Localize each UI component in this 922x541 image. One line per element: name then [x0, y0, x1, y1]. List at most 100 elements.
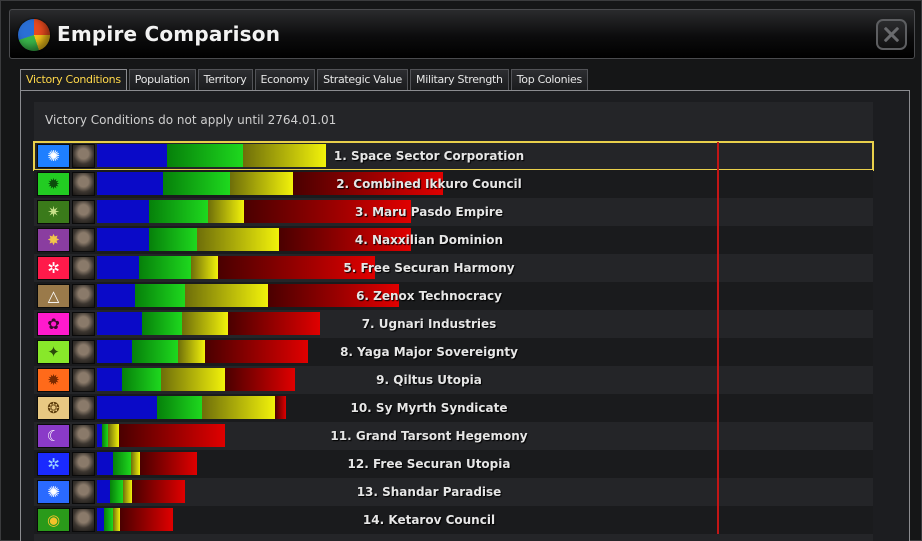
- empire-flag-icon: ✺: [37, 144, 70, 168]
- economy-segment: [161, 368, 225, 391]
- empire-flag-icon: ✹: [37, 368, 70, 392]
- close-button[interactable]: [876, 19, 907, 50]
- territory-segment: [163, 172, 230, 195]
- pie-chart-icon: [18, 19, 50, 51]
- territory-segment: [167, 144, 243, 167]
- empire-name: 3. Maru Pasdo Empire: [355, 205, 503, 219]
- empire-list: Victory Conditions do not apply until 27…: [33, 102, 874, 541]
- population-segment: [97, 368, 122, 391]
- empire-flag-icon: ✲: [37, 452, 70, 476]
- population-segment: [97, 256, 139, 279]
- flag-emblem-icon: ✲: [47, 258, 60, 277]
- leader-portrait-icon: [72, 424, 95, 448]
- flag-emblem-icon: ✷: [47, 202, 60, 221]
- population-segment: [97, 284, 135, 307]
- tab-military-strength[interactable]: Military Strength: [410, 69, 509, 90]
- empire-flag-icon: ✦: [37, 340, 70, 364]
- economy-segment: [108, 424, 119, 447]
- victory-threshold-line: [717, 142, 719, 534]
- population-segment: [97, 396, 157, 419]
- empire-row[interactable]: ✿ 7. Ugnari Industries: [34, 310, 873, 338]
- empire-name: 14. Ketarov Council: [362, 513, 496, 527]
- strategic-segment: [132, 480, 185, 503]
- empire-name: 11. Grand Tarsont Hegemony: [330, 429, 528, 443]
- victory-note: Victory Conditions do not apply until 27…: [45, 113, 337, 127]
- leader-portrait-icon: [72, 312, 95, 336]
- leader-portrait-icon: [72, 172, 95, 196]
- territory-segment: [157, 396, 202, 419]
- flag-emblem-icon: ✸: [47, 230, 60, 249]
- territory-segment: [139, 256, 191, 279]
- empire-name: 10. Sy Myrth Syndicate: [350, 401, 508, 415]
- empire-flag-icon: ✺: [37, 480, 70, 504]
- empire-flag-icon: ◉: [37, 508, 70, 532]
- flag-emblem-icon: ✦: [47, 342, 60, 361]
- empire-flag-icon: ✷: [37, 200, 70, 224]
- empire-row[interactable]: ✦ 8. Yaga Major Sovereignty: [34, 338, 873, 366]
- leader-portrait-icon: [72, 200, 95, 224]
- leader-portrait-icon: [72, 480, 95, 504]
- empire-row[interactable]: ✹ 9. Qiltus Utopia: [34, 366, 873, 394]
- population-segment: [97, 144, 167, 167]
- economy-segment: [131, 452, 140, 475]
- empire-name: 13. Shandar Paradise: [356, 485, 502, 499]
- empire-row[interactable]: ✹ 2. Combined Ikkuro Council: [34, 170, 873, 198]
- economy-segment: [191, 256, 218, 279]
- leader-portrait-icon: [72, 228, 95, 252]
- title-bar: Empire Comparison: [9, 9, 915, 59]
- tab-strategic-value[interactable]: Strategic Value: [317, 69, 408, 90]
- empire-row[interactable]: ◉ 14. Ketarov Council: [34, 506, 873, 534]
- empire-row[interactable]: ❂ 10. Sy Myrth Syndicate: [34, 394, 873, 422]
- territory-segment: [149, 200, 208, 223]
- empire-row[interactable]: ✸ 4. Naxxilian Dominion: [34, 226, 873, 254]
- empire-row[interactable]: ✺ 13. Shandar Paradise: [34, 478, 873, 506]
- flag-emblem-icon: ✲: [47, 454, 60, 473]
- economy-segment: [178, 340, 205, 363]
- empire-name: 1. Space Sector Corporation: [333, 149, 525, 163]
- flag-emblem-icon: ☾: [46, 426, 61, 445]
- flag-emblem-icon: ✹: [47, 174, 60, 193]
- population-segment: [97, 228, 149, 251]
- empire-flag-icon: ☾: [37, 424, 70, 448]
- territory-segment: [122, 368, 161, 391]
- territory-segment: [132, 340, 178, 363]
- empire-flag-icon: ✲: [37, 256, 70, 280]
- empire-row[interactable]: ✷ 3. Maru Pasdo Empire: [34, 198, 873, 226]
- leader-portrait-icon: [72, 368, 95, 392]
- empire-name: 12. Free Securan Utopia: [347, 457, 511, 471]
- empire-row[interactable]: △ 6. Zenox Technocracy: [34, 282, 873, 310]
- tab-population[interactable]: Population: [128, 69, 196, 90]
- empire-row[interactable]: ☾ 11. Grand Tarsont Hegemony: [34, 422, 873, 450]
- victory-progress-bar: [97, 480, 185, 503]
- economy-segment: [182, 312, 228, 335]
- empire-name: 6. Zenox Technocracy: [356, 289, 502, 303]
- population-segment: [97, 452, 113, 475]
- population-segment: [97, 340, 132, 363]
- empire-row[interactable]: ✺ 1. Space Sector Corporation: [33, 141, 874, 171]
- empire-name: 4. Naxxilian Dominion: [354, 233, 504, 247]
- empire-flag-icon: ❂: [37, 396, 70, 420]
- tab-territory[interactable]: Territory: [197, 69, 253, 90]
- population-segment: [97, 200, 149, 223]
- window-title: Empire Comparison: [57, 22, 281, 46]
- flag-emblem-icon: ✺: [47, 146, 60, 165]
- leader-portrait-icon: [72, 340, 95, 364]
- economy-segment: [208, 200, 244, 223]
- flag-emblem-icon: ✹: [47, 370, 60, 389]
- flag-emblem-icon: △: [47, 286, 60, 305]
- empire-row[interactable]: ✲ 5. Free Securan Harmony: [34, 254, 873, 282]
- tab-top-colonies[interactable]: Top Colonies: [510, 69, 588, 90]
- population-segment: [97, 312, 142, 335]
- victory-conditions-panel: Victory Conditions do not apply until 27…: [20, 90, 910, 541]
- empire-name: 2. Combined Ikkuro Council: [336, 177, 522, 191]
- empire-flag-icon: ✸: [37, 228, 70, 252]
- leader-portrait-icon: [72, 284, 95, 308]
- leader-portrait-icon: [72, 396, 95, 420]
- economy-segment: [123, 480, 132, 503]
- territory-segment: [135, 284, 185, 307]
- empire-name: 8. Yaga Major Sovereignty: [340, 345, 518, 359]
- tab-economy[interactable]: Economy: [254, 69, 316, 90]
- empire-row[interactable]: ✲ 12. Free Securan Utopia: [34, 450, 873, 478]
- flag-emblem-icon: ✺: [47, 482, 60, 501]
- tab-victory-conditions[interactable]: Victory Conditions: [20, 69, 127, 90]
